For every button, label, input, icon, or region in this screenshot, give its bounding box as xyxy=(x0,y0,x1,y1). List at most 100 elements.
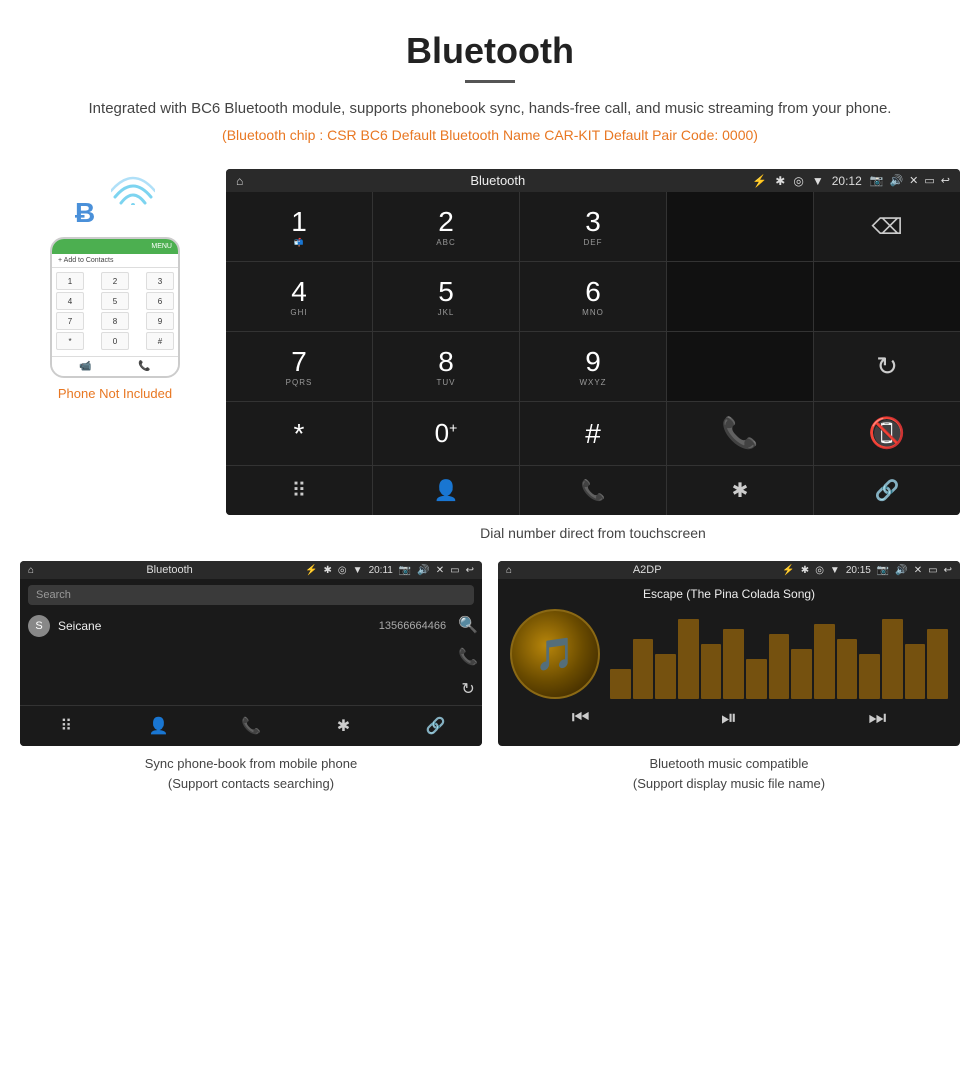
bottom-link-icon[interactable]: 🔗 xyxy=(814,466,960,515)
bottom-contacts-icon[interactable]: 👤 xyxy=(373,466,520,515)
page-title: Bluetooth xyxy=(20,30,960,72)
pb-back-icon[interactable]: ↩ xyxy=(466,565,474,576)
header-specs: (Bluetooth chip : CSR BC6 Default Blueto… xyxy=(20,127,960,143)
pb-contact-number: 13566664466 xyxy=(379,620,446,632)
pb-search-placeholder: Search xyxy=(36,589,71,601)
dial-key-5[interactable]: 5 JKL xyxy=(373,262,519,331)
phone-area: Ƀ MENU + Add to Contacts 1 2 3 xyxy=(20,169,210,401)
dial-key-4[interactable]: 4 GHI xyxy=(226,262,372,331)
pb-close-icon[interactable]: ✕ xyxy=(436,565,444,576)
music-home-icon[interactable]: ⌂ xyxy=(506,565,512,576)
bottom-grid-icon[interactable]: ⠿ xyxy=(226,466,373,515)
play-pause-button[interactable]: ⏯ xyxy=(721,707,737,730)
close-icon[interactable]: ✕ xyxy=(909,174,918,187)
dial-key-1[interactable]: 1 📬 xyxy=(226,192,372,261)
pb-call-icon[interactable]: 📞 xyxy=(458,647,478,667)
window-icon[interactable]: ▭ xyxy=(924,174,934,187)
music-close-icon[interactable]: ✕ xyxy=(914,565,922,576)
pb-grid-icon[interactable]: ⠿ xyxy=(20,706,112,746)
dial-key-hash[interactable]: # xyxy=(520,402,666,465)
dial-backspace[interactable]: ⌫ xyxy=(814,192,960,261)
home-icon[interactable]: ⌂ xyxy=(236,174,243,188)
music-win-icon: ▭ xyxy=(928,565,937,576)
pb-bluetooth-icon[interactable]: ✱ xyxy=(297,706,389,746)
dial-key-8[interactable]: 8 TUV xyxy=(373,332,519,401)
page-header: Bluetooth Integrated with BC6 Bluetooth … xyxy=(0,0,980,169)
pb-link-icon[interactable]: 🔗 xyxy=(390,706,482,746)
eq-bar xyxy=(701,644,722,699)
music-controls: ⏮ ⏯ ⏭ xyxy=(506,699,952,738)
phone-key-0[interactable]: 0 xyxy=(101,332,129,350)
phone-top-bar: MENU xyxy=(52,239,178,254)
dial-key-0[interactable]: 0+ xyxy=(373,402,519,465)
phone-key-9[interactable]: 9 xyxy=(146,312,174,330)
back-icon[interactable]: ↩ xyxy=(941,174,950,187)
pb-contact-name: Seicane xyxy=(58,619,379,633)
eq-bar xyxy=(610,669,631,699)
pb-phone-icon[interactable]: 📞 xyxy=(205,706,297,746)
music-caption: Bluetooth music compatible(Support displ… xyxy=(633,754,825,793)
phone-key-3[interactable]: 3 xyxy=(146,272,174,290)
pb-bt-icon: ✱ xyxy=(324,565,332,576)
pb-contact-avatar: S xyxy=(28,615,50,637)
phonebook-item: ⌂ Bluetooth ⚡ ✱ ◎ ▼ 20:11 📷 🔊 ✕ ▭ ↩ Sear… xyxy=(20,561,482,793)
pb-search-bar[interactable]: Search xyxy=(28,585,474,605)
pb-search-icon[interactable]: 🔍 xyxy=(458,615,478,635)
phone-key-1[interactable]: 1 xyxy=(56,272,84,290)
phone-call-icon[interactable]: 📞 xyxy=(138,361,150,372)
music-bt-icon: ✱ xyxy=(801,565,809,576)
pb-win-icon: ▭ xyxy=(450,565,459,576)
phone-key-hash[interactable]: # xyxy=(146,332,174,350)
phone-key-8[interactable]: 8 xyxy=(101,312,129,330)
dial-key-9[interactable]: 9 WXYZ xyxy=(520,332,666,401)
prev-button[interactable]: ⏮ xyxy=(572,707,590,730)
phone-key-4[interactable]: 4 xyxy=(56,292,84,310)
dial-empty-4 xyxy=(667,332,813,401)
eq-bar xyxy=(905,644,926,699)
bottom-bluetooth-icon[interactable]: ✱ xyxy=(667,466,814,515)
dial-key-3[interactable]: 3 DEF xyxy=(520,192,666,261)
dial-empty-1 xyxy=(667,192,813,261)
bottom-phone-icon[interactable]: 📞 xyxy=(520,466,667,515)
pb-contact-row[interactable]: S Seicane 13566664466 xyxy=(20,609,454,643)
next-button[interactable]: ⏭ xyxy=(868,707,886,730)
equalizer xyxy=(610,609,948,699)
bluetooth-status-icon: ✱ xyxy=(775,174,785,188)
phone-key-5[interactable]: 5 xyxy=(101,292,129,310)
music-visual: 🎵 xyxy=(506,609,952,699)
status-icons: 📷 🔊 ✕ ▭ ↩ xyxy=(870,174,950,187)
dial-call-button[interactable]: 📞 xyxy=(667,402,813,465)
music-screen: ⌂ A2DP ⚡ ✱ ◎ ▼ 20:15 📷 🔊 ✕ ▭ ↩ Escape (T… xyxy=(498,561,960,746)
eq-bar xyxy=(746,659,767,699)
phone-key-star[interactable]: * xyxy=(56,332,84,350)
eq-bar xyxy=(814,624,835,699)
pb-loc-icon: ◎ xyxy=(338,565,347,576)
hangup-icon: 📵 xyxy=(868,416,905,451)
music-back-icon[interactable]: ↩ xyxy=(944,565,952,576)
phone-key-6[interactable]: 6 xyxy=(146,292,174,310)
call-icon: 📞 xyxy=(721,416,758,451)
pb-home-icon[interactable]: ⌂ xyxy=(28,565,34,576)
phone-video-icon: 📹 xyxy=(79,361,91,372)
music-note-icon: 🎵 xyxy=(535,635,575,673)
dial-key-6[interactable]: 6 MNO xyxy=(520,262,666,331)
volume-icon[interactable]: 🔊 xyxy=(889,174,903,187)
phone-key-2[interactable]: 2 xyxy=(101,272,129,290)
dial-key-star[interactable]: * xyxy=(226,402,372,465)
pb-cam-icon: 📷 xyxy=(399,565,411,576)
pb-main: S Seicane 13566664466 🔍 📞 ↻ xyxy=(20,609,482,705)
eq-bar xyxy=(882,619,903,699)
pb-bottom-bar: ⠿ 👤 📞 ✱ 🔗 xyxy=(20,705,482,746)
usb-icon: ⚡ xyxy=(752,174,767,188)
dial-hangup-button[interactable]: 📵 xyxy=(814,402,960,465)
camera-icon[interactable]: 📷 xyxy=(870,174,884,187)
pb-contacts-icon[interactable]: 👤 xyxy=(112,706,204,746)
pb-refresh-icon[interactable]: ↻ xyxy=(461,679,474,699)
dial-refresh[interactable]: ↻ xyxy=(814,332,960,401)
wifi-signal-icon xyxy=(111,169,155,214)
dial-empty-2 xyxy=(667,262,813,331)
phone-key-7[interactable]: 7 xyxy=(56,312,84,330)
dial-key-2[interactable]: 2 ABC xyxy=(373,192,519,261)
dial-key-7[interactable]: 7 PQRS xyxy=(226,332,372,401)
eq-bar xyxy=(723,629,744,699)
